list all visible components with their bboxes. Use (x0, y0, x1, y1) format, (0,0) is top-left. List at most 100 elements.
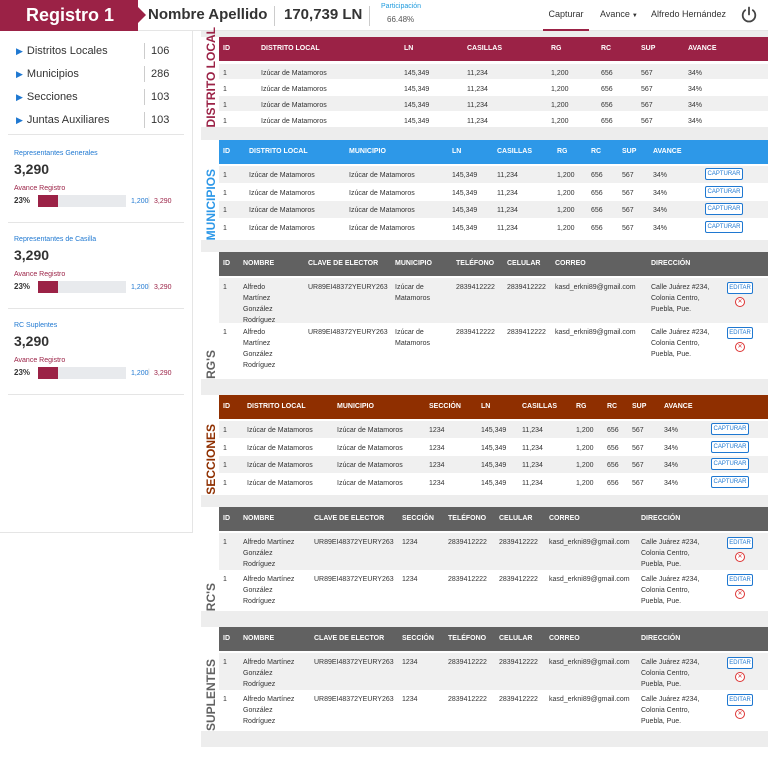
table-cell: 1 (223, 118, 227, 125)
name-cell: Alfredo Martínez González Rodríguez (243, 657, 303, 690)
triangle-right-icon: ▶ (16, 46, 23, 56)
table-row: 1 Izúcar de Matamoros 145,349 11,234 1,200 65… (219, 96, 768, 111)
editar-button[interactable]: EDITAR (727, 537, 753, 549)
editar-button[interactable]: EDITAR (727, 282, 753, 294)
column-header: TELÉFONO (448, 635, 487, 642)
table-cell: 656 (601, 102, 613, 109)
direccion-line: Colonia Centro, (651, 340, 700, 347)
section-secciones: Secciones ID DISTRITO LOCAL MUNICIPIO SECCIÓ… (201, 395, 768, 495)
direccion-cell: Calle Juárez #234, Colonia Centro, Puebla,… (651, 282, 709, 315)
editar-button[interactable]: EDITAR (727, 574, 753, 586)
table-cell: Izúcar de Matamoros (337, 445, 403, 452)
column-header: CASILLAS (497, 148, 532, 155)
stat-percent: 23% (14, 282, 31, 291)
capturar-button[interactable]: CAPTURAR (711, 458, 749, 470)
column-header: CORREO (549, 635, 580, 642)
stat-value: 3,290 (14, 161, 50, 177)
close-icon[interactable]: ✕ (735, 672, 745, 682)
table-cell: 567 (632, 480, 644, 487)
table-cell: Izúcar de Matamoros (247, 462, 313, 469)
divider: | (148, 369, 150, 376)
main-content: Distrito Local ID DISTRITO LOCAL LN CASILLAS… (201, 27, 768, 747)
telefono-cell: 2839412222 (456, 329, 495, 336)
table-cell: 34% (653, 207, 668, 214)
close-icon[interactable]: ✕ (735, 342, 745, 352)
name-line: González (243, 670, 273, 677)
direccion-line: Colonia Centro, (651, 295, 700, 302)
progress-bar (38, 367, 126, 379)
brand-badge[interactable]: Registro 1 (0, 0, 146, 31)
stat-current: 1,200 (131, 198, 149, 205)
table-row: 1 Alfredo Martínez González Rodríguez UR89EI… (219, 653, 768, 690)
capturar-button[interactable]: CAPTURAR (705, 221, 743, 233)
divider (8, 134, 184, 135)
column-header: AVANCE (688, 45, 717, 52)
column-header: DIRECCIÓN (641, 635, 681, 642)
column-header: TELÉFONO (456, 260, 495, 267)
column-header: CELULAR (499, 515, 533, 522)
table-row: 1 Izúcar de Matamoros Izúcar de Matamoros 1… (219, 201, 768, 218)
name-line: Martínez (243, 295, 271, 302)
clave-cell: UR89EI48372YEURY263 (308, 329, 388, 336)
table-cell: 34% (688, 118, 703, 125)
close-icon[interactable]: ✕ (735, 552, 745, 562)
capturar-button[interactable]: CAPTURAR (711, 423, 749, 435)
table-cell: 11,234 (467, 102, 488, 109)
table-cell: 11,234 (522, 445, 543, 452)
table-cell: Izúcar de Matamoros (249, 172, 315, 179)
sidebar-item-secciones[interactable]: ▶ Secciones 103 (16, 87, 192, 107)
id-cell: 1 (223, 284, 227, 291)
close-icon[interactable]: ✕ (735, 589, 745, 599)
editar-button[interactable]: EDITAR (727, 327, 753, 339)
sidebar-item-count: 286 (144, 66, 184, 82)
table-cell: Izúcar de Matamoros (247, 445, 313, 452)
column-header: DIRECCIÓN (651, 260, 691, 267)
table-row: 1 Alfredo Martínez González Rodríguez UR89EI… (219, 533, 768, 570)
table-cell: 656 (607, 445, 619, 452)
sidebar-item-juntas-auxiliares[interactable]: ▶ Juntas Auxiliares 103 (16, 110, 192, 130)
nav-capturar[interactable]: Capturar (543, 0, 589, 31)
name-line: González (243, 587, 273, 594)
column-header: RC (591, 148, 602, 155)
nav-user[interactable]: Alfredo Hernández (651, 0, 726, 29)
capturar-button[interactable]: CAPTURAR (705, 203, 743, 215)
stat-current: 1,200 (131, 370, 149, 377)
id-cell: 1 (223, 329, 227, 336)
divider: | (148, 283, 150, 290)
nav-avance[interactable]: Avance ▼ (600, 0, 638, 31)
table-row: 1 Alfredo Martínez González Rodríguez UR89EI… (219, 690, 768, 727)
editar-button[interactable]: EDITAR (727, 657, 753, 669)
capturar-button[interactable]: CAPTURAR (705, 186, 743, 198)
column-header: AVANCE (664, 403, 693, 410)
table-cell: 34% (664, 462, 679, 469)
sidebar-item-distritos-locales[interactable]: ▶ Distritos Locales 106 (16, 41, 192, 61)
sidebar-item-label: Distritos Locales (26, 45, 108, 57)
capturar-button[interactable]: CAPTURAR (705, 168, 743, 180)
table-cell: 1 (223, 462, 227, 469)
column-header: CLAVE DE ELECTOR (314, 635, 385, 642)
capturar-button[interactable]: CAPTURAR (711, 476, 749, 488)
power-icon[interactable] (740, 6, 758, 24)
column-header: SECCIÓN (429, 403, 461, 410)
column-header: RC (601, 45, 612, 52)
sidebar-item-municipios[interactable]: ▶ Municipios 286 (16, 64, 192, 84)
section-title: Municipios (201, 140, 221, 240)
triangle-right-icon: ▶ (16, 92, 23, 102)
name-line: Alfredo (243, 329, 266, 336)
seccion-cell: 1234 (402, 539, 418, 546)
table-cell: Izúcar de Matamoros (247, 427, 313, 434)
telefono-cell: 2839412222 (448, 576, 487, 583)
editar-button[interactable]: EDITAR (727, 694, 753, 706)
close-icon[interactable]: ✕ (735, 709, 745, 719)
column-header: ID (223, 515, 230, 522)
table-row: 1 Alfredo Martínez González Rodríguez UR89EI… (219, 570, 768, 607)
column-header: MUNICIPIO (349, 148, 386, 155)
close-icon[interactable]: ✕ (735, 297, 745, 307)
triangle-right-icon: ▶ (16, 69, 23, 79)
section-title: Secciones (201, 395, 221, 495)
capturar-button[interactable]: CAPTURAR (711, 441, 749, 453)
table-cell: 656 (591, 190, 603, 197)
table-cell: Izúcar de Matamoros (249, 207, 315, 214)
name-line: Alfredo Martínez (243, 696, 295, 703)
direccion-line: Puebla, Pue. (651, 351, 692, 358)
